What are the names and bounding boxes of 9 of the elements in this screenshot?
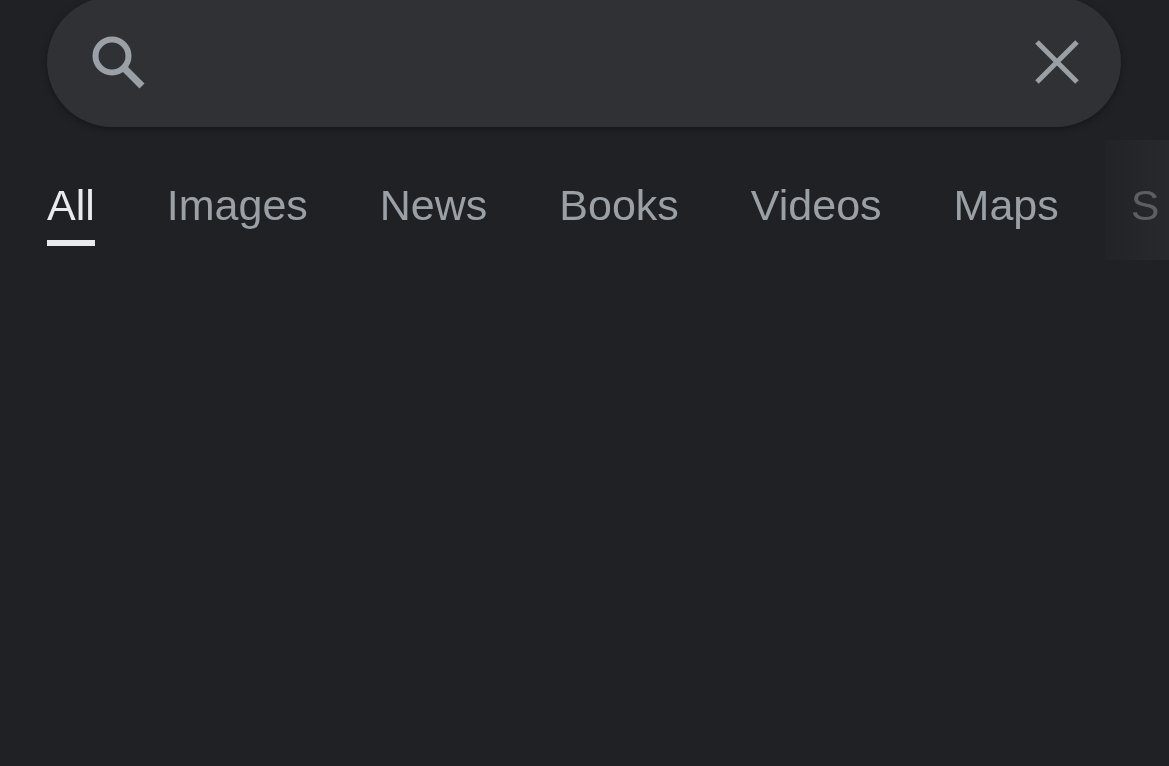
tab[interactable]: News [379, 184, 488, 246]
tab[interactable]: Books [559, 184, 679, 246]
tab[interactable]: Maps [953, 184, 1059, 246]
tab[interactable]: All [47, 184, 95, 246]
tab[interactable]: Images [166, 184, 308, 246]
search-icon [92, 35, 145, 89]
tab[interactable]: Videos [750, 184, 882, 246]
close-icon [1035, 40, 1079, 84]
close-button[interactable] [1035, 40, 1079, 84]
